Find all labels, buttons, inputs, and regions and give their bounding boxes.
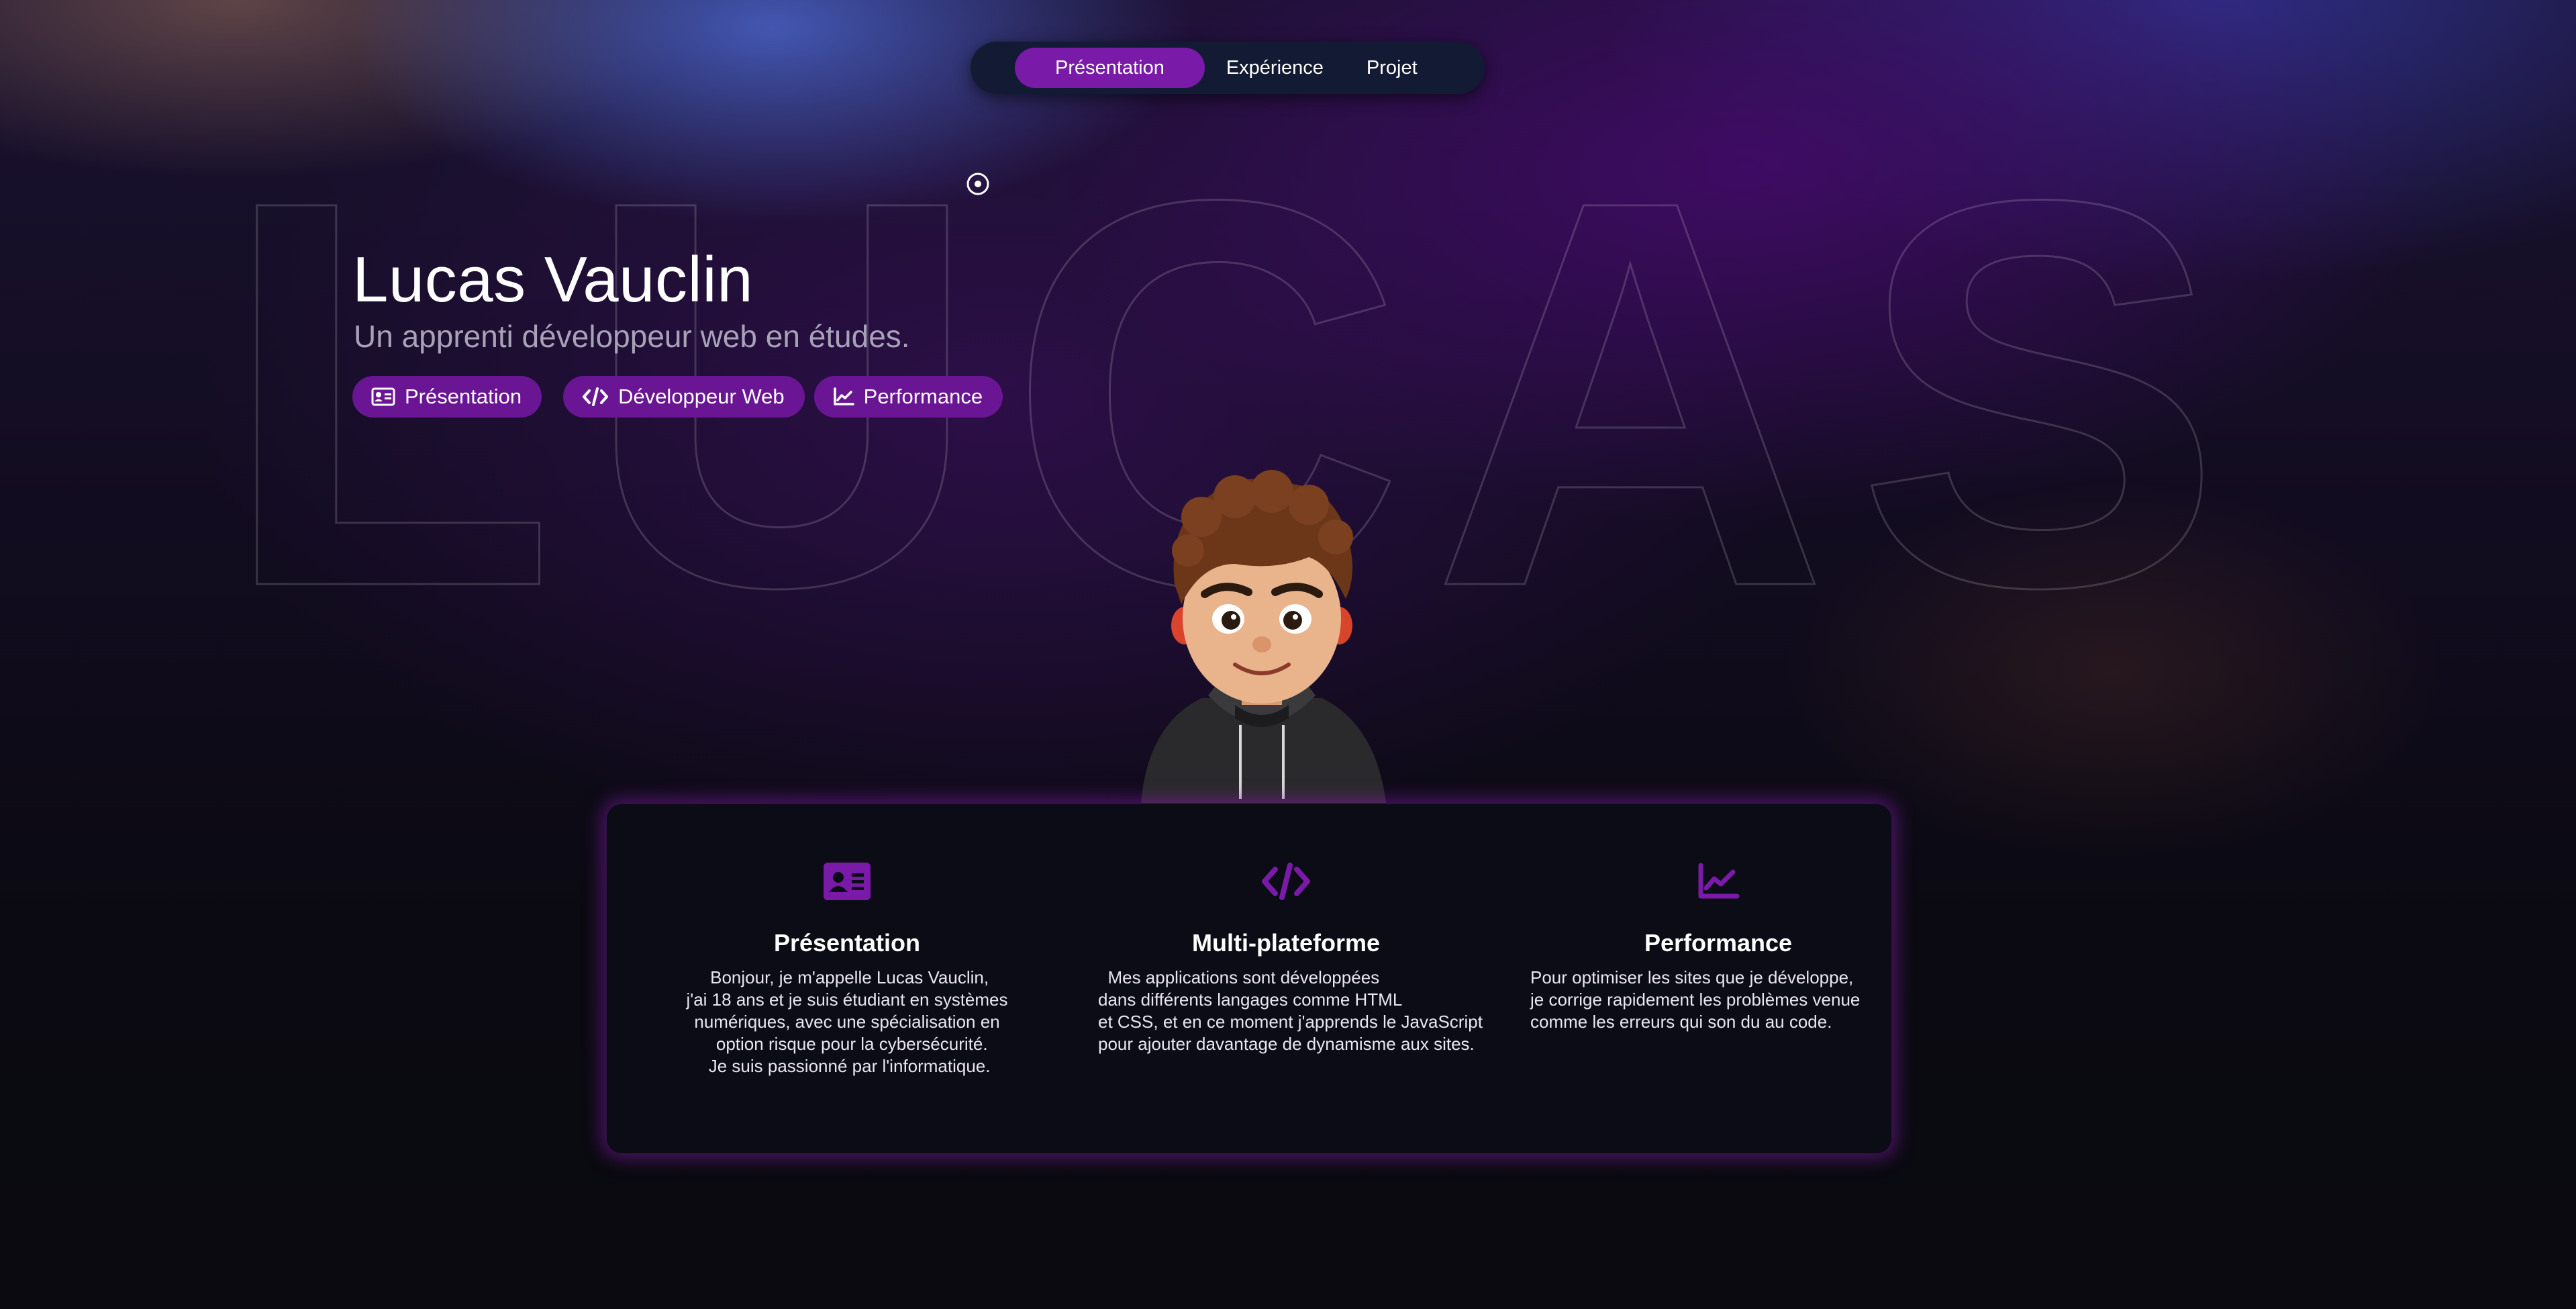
code-icon (1262, 863, 1310, 900)
tag-performance[interactable]: Performance (813, 376, 1003, 418)
tag-developpeur-web-label: Développeur Web (618, 385, 785, 408)
avatar (1141, 470, 1386, 803)
feature-multi-plateforme: Multi-plateforme Mes applications sont d… (1098, 861, 1483, 1055)
feature-performance: Performance Pour optimiser les sites que… (1530, 861, 1906, 1033)
feature-performance-text: Pour optimiser les sites que je développ… (1530, 967, 1861, 1032)
chart-line-icon (833, 387, 854, 405)
id-card-icon (824, 863, 871, 900)
feature-performance-title: Performance (1644, 929, 1793, 957)
tag-presentation-label: Présentation (405, 385, 522, 408)
hero-name: Lucas Vauclin (352, 244, 754, 316)
features-card: Présentation Bonjour, je m'appelle Lucas… (605, 803, 1893, 1155)
feature-multi-plateforme-title: Multi-plateforme (1191, 929, 1380, 957)
chart-line-icon (1698, 863, 1740, 899)
page: LUCAS Présentation Expérience Projet Luc… (0, 0, 2576, 1309)
nav-tab-projet[interactable]: Projet (1345, 48, 1439, 88)
top-nav: Présentation Expérience Projet (971, 42, 1485, 94)
cursor-icon (967, 173, 989, 195)
feature-presentation-title: Présentation (773, 929, 921, 957)
id-card-icon (371, 387, 395, 406)
nav-tab-presentation[interactable]: Présentation (1015, 48, 1205, 88)
hero-subtitle: Un apprenti développeur web en études. (354, 319, 910, 354)
nav-tab-experience[interactable]: Expérience (1205, 48, 1345, 88)
feature-presentation: Présentation Bonjour, je m'appelle Lucas… (659, 861, 1035, 1077)
code-icon (583, 387, 609, 406)
tag-developpeur-web[interactable]: Développeur Web (563, 376, 805, 418)
hero-tags: Présentation Développeur Web Performance (352, 376, 1003, 418)
tag-presentation[interactable]: Présentation (352, 376, 542, 418)
tag-performance-label: Performance (863, 385, 983, 408)
feature-multi-plateforme-text: Mes applications sont développées dans d… (1098, 967, 1483, 1054)
feature-presentation-text: Bonjour, je m'appelle Lucas Vauclin, j'a… (686, 967, 1008, 1076)
